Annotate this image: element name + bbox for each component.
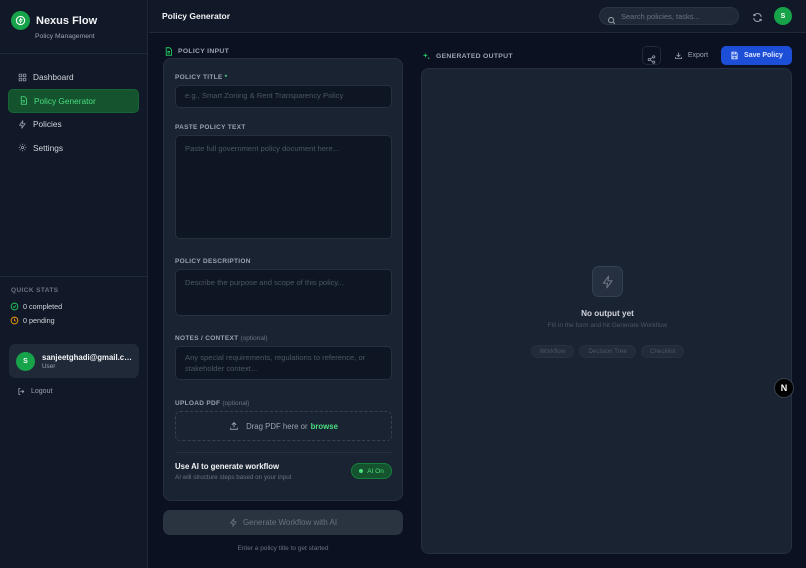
bolt-logo-icon (11, 11, 30, 30)
header-avatar[interactable]: S (774, 7, 792, 25)
policy-title-label: POLICY TITLE * (175, 74, 228, 81)
user-card[interactable]: S sanjeetghadi@gmail.com User (9, 344, 139, 378)
search-input[interactable] (621, 11, 736, 21)
floating-n-badge[interactable]: N (774, 378, 794, 398)
policy-input-title: POLICY INPUT (178, 48, 230, 55)
empty-state-title: No output yet (581, 309, 634, 318)
policy-description-textarea[interactable] (175, 269, 392, 316)
grid-icon (17, 72, 27, 82)
quick-stats-title: QUICK STATS (11, 287, 59, 294)
upload-text: Drag PDF here or (246, 421, 308, 431)
sidebar-item-policy-generator[interactable]: Policy Generator (8, 88, 139, 113)
ai-toggle[interactable]: AI On (351, 463, 392, 479)
sidebar-item-settings[interactable]: Settings (8, 136, 139, 160)
notes-label-text: NOTES / CONTEXT (175, 335, 239, 342)
logout-icon (17, 387, 26, 396)
sidebar-item-label: Policies (33, 119, 62, 129)
chip-workflow: Workflow (530, 345, 575, 358)
brand-name: Nexus Flow (36, 14, 98, 27)
required-marker: * (224, 74, 228, 81)
download-icon (674, 51, 683, 60)
export-button[interactable]: Export (666, 46, 716, 65)
divider (175, 452, 392, 453)
document-icon (18, 96, 28, 106)
brand-subtitle: Policy Management (35, 33, 95, 40)
user-role: User (42, 362, 56, 370)
header: Policy Generator S (149, 0, 806, 33)
search-box[interactable] (599, 7, 739, 25)
generated-output-panel: No output yet Fill in the form and hit G… (421, 68, 792, 554)
chip-decision-tree: Decision Tree (579, 345, 636, 358)
share-icon (647, 51, 656, 64)
policy-input-panel: POLICY TITLE * PASTE POLICY TEXT POLICY … (163, 58, 403, 501)
save-label: Save Policy (744, 52, 783, 59)
upload-pdf-label: UPLOAD PDF (optional) (175, 400, 249, 407)
generated-output-heading: GENERATED OUTPUT (422, 52, 513, 61)
divider (0, 53, 148, 54)
save-icon (730, 51, 739, 60)
document-icon (164, 47, 173, 56)
chip-checklist: Checklist (640, 345, 685, 358)
browse-link[interactable]: browse (311, 422, 338, 431)
policy-text-label: PASTE POLICY TEXT (175, 124, 246, 131)
output-type-chips: Workflow Decision Tree Checklist (422, 345, 793, 358)
export-label: Export (687, 52, 709, 59)
page-title: Policy Generator (162, 11, 231, 21)
sidebar-item-label: Dashboard (33, 72, 74, 82)
stat-pending-text: 0 pending (23, 316, 55, 325)
brand[interactable]: Nexus Flow (11, 11, 97, 30)
sidebar-item-dashboard[interactable]: Dashboard (8, 65, 139, 89)
share-button[interactable] (642, 46, 661, 65)
avatar: S (16, 351, 35, 371)
stat-pending: 0 pending (10, 316, 55, 325)
optional-marker: (optional) (240, 335, 268, 342)
sidebar-item-label: Settings (33, 142, 63, 153)
bolt-icon (601, 275, 615, 289)
logout-label: Logout (31, 388, 53, 395)
gear-icon (17, 143, 27, 153)
upload-icon (229, 421, 239, 431)
generate-hint: Enter a policy title to get started (237, 545, 329, 552)
pdf-dropzone[interactable]: Drag PDF here or browse (175, 411, 392, 441)
refresh-icon[interactable] (752, 10, 763, 22)
notes-label: NOTES / CONTEXT (optional) (175, 335, 268, 342)
policy-description-label: POLICY DESCRIPTION (175, 258, 251, 265)
policy-input-heading: POLICY INPUT (164, 47, 229, 56)
divider (0, 276, 148, 277)
sidebar: Nexus Flow Policy Management Dashboard P… (0, 0, 148, 568)
optional-marker: (optional) (222, 400, 250, 407)
sparkle-icon (422, 52, 431, 61)
search-icon (607, 12, 616, 24)
sidebar-item-label: Policy Generator (34, 95, 96, 106)
stat-completed-text: 0 completed (23, 302, 63, 311)
generated-output-title: GENERATED OUTPUT (436, 53, 513, 60)
generate-workflow-button[interactable]: Generate Workflow with AI (163, 510, 403, 535)
logout-button[interactable]: Logout (17, 387, 52, 396)
notes-textarea[interactable] (175, 346, 392, 380)
bolt-icon (229, 518, 238, 527)
empty-state-icon (592, 266, 623, 297)
ai-toggle-subtitle: AI will structure steps based on your in… (175, 474, 292, 481)
generate-label: Generate Workflow with AI (242, 518, 338, 527)
empty-state-subtitle: Fill in the form and hit Generate Workfl… (547, 322, 668, 329)
check-circle-icon (10, 302, 19, 311)
status-dot (359, 469, 364, 473)
ai-toggle-title: Use AI to generate workflow (175, 462, 280, 471)
upload-label-text: UPLOAD PDF (175, 400, 221, 407)
sidebar-item-policies[interactable]: Policies (8, 112, 139, 136)
policy-title-input[interactable] (175, 85, 392, 108)
user-email: sanjeetghadi@gmail.com (42, 352, 134, 362)
bolt-icon (17, 119, 27, 129)
ai-toggle-label: AI On (367, 467, 384, 475)
policy-title-label-text: POLICY TITLE (175, 74, 223, 81)
sidebar-nav: Dashboard Policy Generator Policies Sett… (8, 65, 139, 160)
clock-icon (10, 316, 19, 325)
user-info: sanjeetghadi@gmail.com User (42, 353, 134, 370)
stat-completed: 0 completed (10, 302, 62, 311)
save-policy-button[interactable]: Save Policy (721, 46, 792, 65)
policy-text-textarea[interactable] (175, 135, 392, 239)
